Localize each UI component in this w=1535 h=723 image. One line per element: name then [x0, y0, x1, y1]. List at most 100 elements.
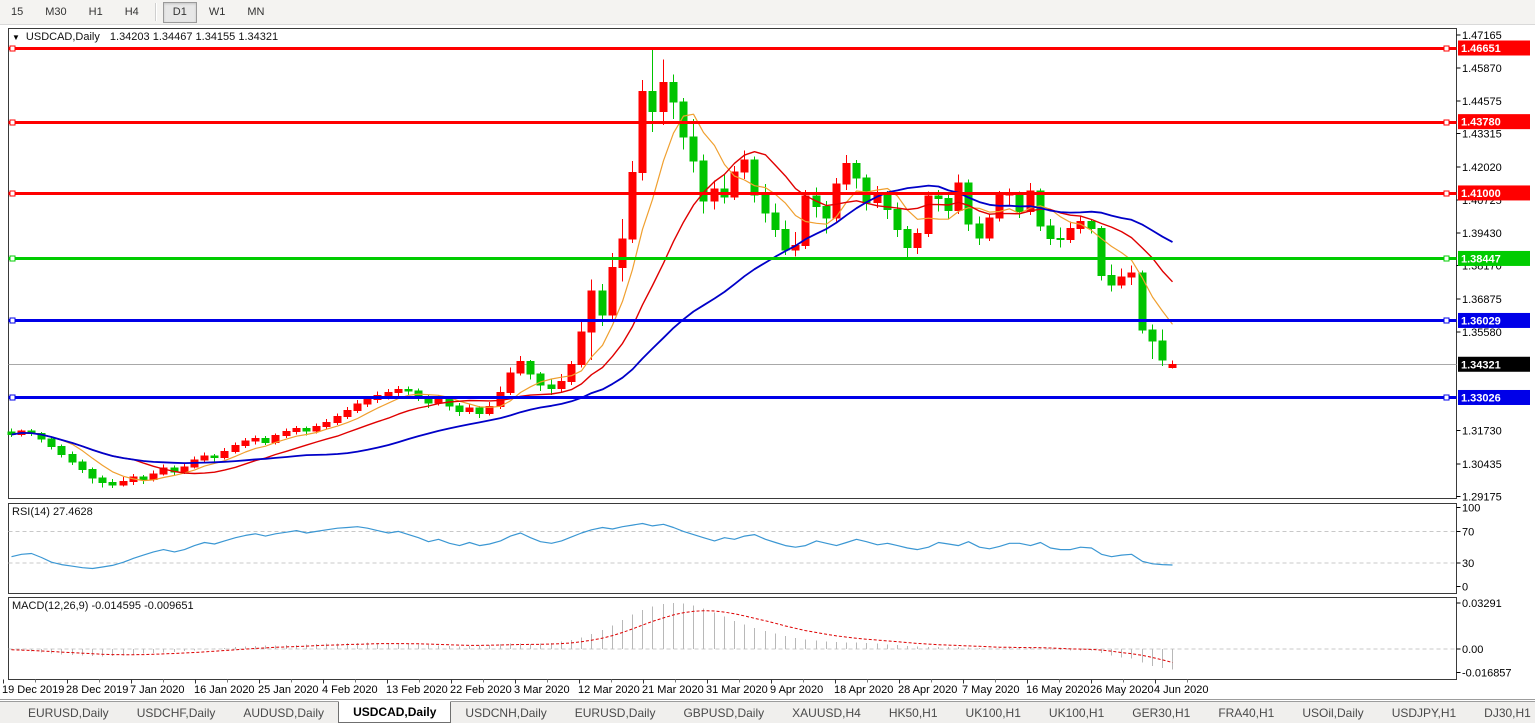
candle-body	[1108, 276, 1115, 285]
hline-handle-right[interactable]	[1444, 191, 1449, 196]
candle-body	[711, 189, 718, 201]
tab-USDCNH-Daily[interactable]: USDCNH,Daily	[451, 702, 560, 723]
hline-handle-right[interactable]	[1444, 46, 1449, 51]
candle-body	[435, 399, 442, 402]
tab-EURUSD-Daily[interactable]: EURUSD,Daily	[561, 702, 670, 723]
candle-body	[863, 178, 870, 203]
tab-EURUSD-Daily[interactable]: EURUSD,Daily	[14, 702, 123, 723]
price-tick-label: 1.36875	[1462, 294, 1502, 306]
date-label: 18 Apr 2020	[834, 684, 893, 696]
mt4-terminal: 15M30H1H4D1W1MN 1.471651.458701.445751.4…	[0, 0, 1535, 722]
hline-handle-left[interactable]	[10, 120, 15, 125]
hline-handle-left[interactable]	[10, 318, 15, 323]
candle-body	[313, 426, 320, 431]
tab-AUDUSD-Daily[interactable]: AUDUSD,Daily	[229, 702, 338, 723]
hline-handle-left[interactable]	[10, 46, 15, 51]
date-label: 13 Feb 2020	[386, 684, 448, 696]
candle-body	[1128, 273, 1135, 277]
tab-UK100-H1[interactable]: UK100,H1	[952, 702, 1035, 723]
date-label: 19 Dec 2019	[2, 684, 64, 696]
timeframe-button-MN[interactable]: MN	[237, 2, 274, 23]
tab-HK50-H1[interactable]: HK50,H1	[875, 702, 952, 723]
candle-body	[1016, 194, 1023, 211]
tab-XAUUSD-H4[interactable]: XAUUSD,H4	[778, 702, 875, 723]
candle-body	[201, 456, 208, 460]
price-tick-label: 1.45870	[1462, 63, 1502, 75]
candle-body	[548, 385, 555, 389]
timeframe-button-M30[interactable]: M30	[35, 2, 76, 23]
tab-DJ30-H1[interactable]: DJ30,H1	[1470, 702, 1535, 723]
tab-USDJPY-H1[interactable]: USDJPY,H1	[1378, 702, 1470, 723]
candle-body	[843, 163, 850, 184]
candle-body	[262, 439, 269, 443]
candle-body	[99, 478, 106, 482]
price-tick-label: 1.29175	[1462, 491, 1502, 503]
timeframe-toolbar: 15M30H1H4 D1W1MN	[0, 0, 1535, 25]
candle-body	[823, 206, 830, 218]
timeframe-button-D1[interactable]: D1	[163, 2, 197, 23]
candle-body	[120, 482, 127, 485]
hline-handle-left[interactable]	[10, 395, 15, 400]
hline-axis-label-text: 1.33026	[1461, 392, 1501, 404]
date-label: 22 Feb 2020	[450, 684, 512, 696]
macd-tick-label: 0.00	[1462, 644, 1483, 656]
macd-tick-label: 0.03291	[1462, 598, 1502, 610]
candle-body	[517, 362, 524, 373]
timeframe-button-H4[interactable]: H4	[115, 2, 149, 23]
price-tick-label: 1.35580	[1462, 327, 1502, 339]
timeframe-button-W1[interactable]: W1	[199, 2, 236, 23]
candle-body	[1118, 277, 1125, 285]
candle-body	[252, 439, 259, 442]
tab-GER30-H1[interactable]: GER30,H1	[1118, 702, 1204, 723]
hline-handle-right[interactable]	[1444, 318, 1449, 323]
candle-body	[935, 196, 942, 199]
candle-body	[385, 393, 392, 396]
candle-body	[395, 389, 402, 392]
macd-tick-label: -0.016857	[1462, 668, 1512, 680]
tab-FRA40-H1[interactable]: FRA40,H1	[1204, 702, 1288, 723]
price-tick-label: 1.43315	[1462, 129, 1502, 141]
hline-handle-right[interactable]	[1444, 256, 1449, 261]
candle-body	[1088, 222, 1095, 229]
hline-handle-left[interactable]	[10, 191, 15, 196]
price-chart-svg[interactable]: 1.471651.458701.445751.433151.420201.407…	[0, 25, 1535, 701]
candle-body	[58, 446, 65, 454]
candle-body	[181, 467, 188, 472]
price-tick-label: 1.39430	[1462, 228, 1502, 240]
candle-body	[1067, 228, 1074, 239]
candle-body	[578, 332, 585, 364]
macd-indicator-label: MACD(12,26,9) -0.014595 -0.009651	[12, 600, 194, 612]
date-label: 16 Jan 2020	[194, 684, 255, 696]
candle-body	[772, 213, 779, 229]
candle-body	[89, 469, 96, 478]
candle-body	[109, 482, 116, 485]
hline-handle-right[interactable]	[1444, 395, 1449, 400]
hline-handle-left[interactable]	[10, 256, 15, 261]
timeframe-button-H1[interactable]: H1	[79, 2, 113, 23]
candle-body	[476, 408, 483, 414]
candle-body	[232, 446, 239, 452]
candle-body	[364, 399, 371, 403]
date-label: 3 Mar 2020	[514, 684, 570, 696]
candle-body	[914, 233, 921, 247]
hline-axis-label-text: 1.46651	[1461, 43, 1501, 55]
candle-body	[303, 428, 310, 431]
tab-USOil-Daily[interactable]: USOil,Daily	[1288, 702, 1377, 723]
chart-window[interactable]: 1.471651.458701.445751.433151.420201.407…	[0, 25, 1535, 701]
candle-body	[221, 452, 228, 458]
tab-GBPUSD-Daily[interactable]: GBPUSD,Daily	[669, 702, 778, 723]
candle-body	[69, 455, 76, 462]
timeframe-button-15[interactable]: 15	[1, 2, 33, 23]
tab-UK100-H1[interactable]: UK100,H1	[1035, 702, 1118, 723]
candle-body	[1098, 228, 1105, 275]
symbol-collapse-triangle-icon[interactable]: ▼	[12, 33, 20, 42]
candle-body	[894, 210, 901, 230]
candle-body	[955, 183, 962, 210]
chart-tabs-bar: EURUSD,DailyUSDCHF,DailyAUDUSD,DailyUSDC…	[0, 701, 1535, 723]
hline-handle-right[interactable]	[1444, 120, 1449, 125]
toolbar-separator	[155, 3, 157, 21]
price-tick-label: 1.42020	[1462, 162, 1502, 174]
tab-USDCHF-Daily[interactable]: USDCHF,Daily	[123, 702, 230, 723]
tab-USDCAD-Daily[interactable]: USDCAD,Daily	[338, 701, 451, 723]
candle-body	[293, 428, 300, 431]
